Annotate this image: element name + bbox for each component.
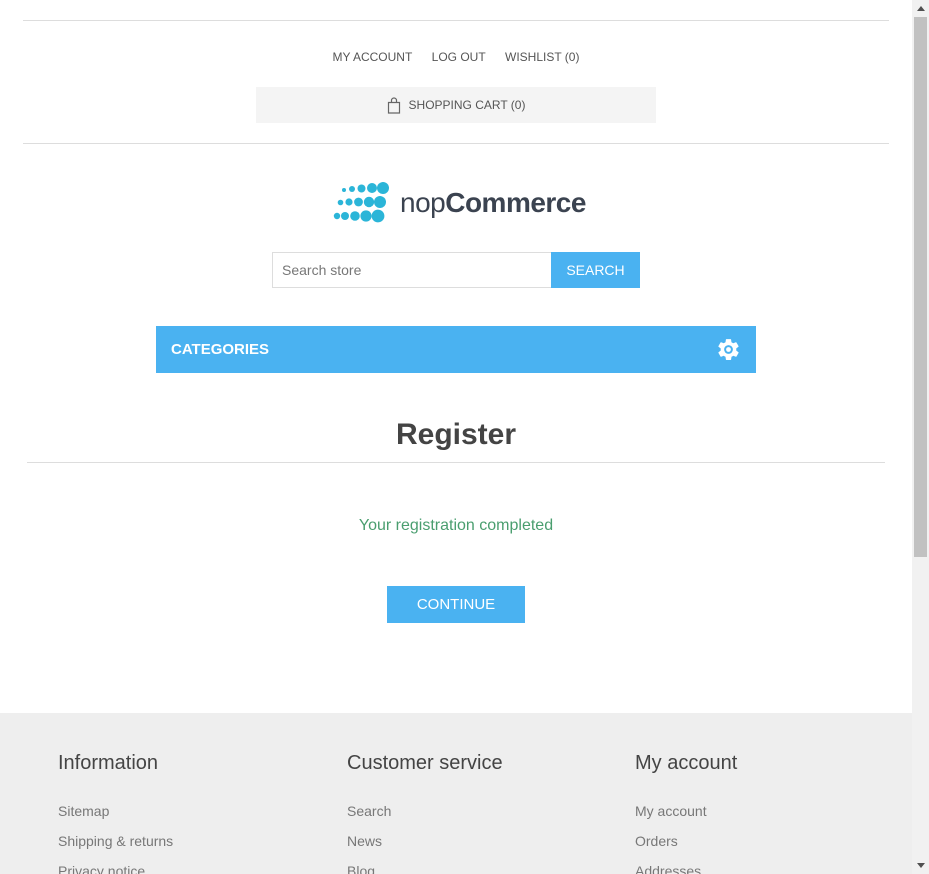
page: MY ACCOUNT LOG OUT WISHLIST (0) SHOPPING…: [0, 0, 912, 874]
scroll-up-arrow-icon[interactable]: [912, 0, 929, 17]
store-logo[interactable]: nopCommerce: [333, 182, 586, 224]
footer-column-title: Information: [58, 752, 159, 774]
footer-column-title: My account: [635, 752, 738, 774]
logo-text-bold: Commerce: [445, 187, 586, 218]
nopcommerce-logo-dots: [333, 182, 389, 223]
search-box: SEARCH: [272, 252, 640, 288]
footer-link-privacy-notice[interactable]: Privacy notice: [58, 863, 145, 874]
search-input[interactable]: [272, 252, 551, 288]
footer-column-title: Customer service: [347, 752, 503, 774]
scroll-down-arrow-icon[interactable]: [912, 857, 929, 874]
continue-button[interactable]: CONTINUE: [387, 586, 525, 623]
scrollbar-thumb[interactable]: [914, 17, 927, 557]
log-out-link[interactable]: LOG OUT: [432, 50, 486, 64]
footer-link-blog[interactable]: Blog: [347, 863, 375, 874]
footer: Information Sitemap Shipping & returns P…: [0, 713, 912, 874]
shopping-cart-link[interactable]: SHOPPING CART (0): [256, 87, 656, 123]
shopping-cart-label: SHOPPING CART (0): [408, 98, 526, 112]
logo-text: nopCommerce: [400, 187, 586, 219]
footer-column-my-account: My account My account Orders Addresses: [635, 752, 737, 874]
shopping-bag-icon: [387, 96, 400, 114]
footer-column-customer-service: Customer service Search News Blog: [347, 752, 503, 874]
footer-column-information: Information Sitemap Shipping & returns P…: [58, 752, 173, 874]
header-divider: [23, 143, 889, 144]
categories-menu-bar[interactable]: CATEGORIES: [156, 326, 756, 373]
search-button[interactable]: SEARCH: [551, 252, 640, 288]
top-divider: [23, 20, 889, 21]
header-links: MY ACCOUNT LOG OUT WISHLIST (0): [0, 50, 912, 64]
page-title: Register: [395, 418, 517, 451]
footer-link-sitemap[interactable]: Sitemap: [58, 803, 109, 819]
logo-text-light: nop: [400, 187, 446, 218]
vertical-scrollbar[interactable]: [912, 0, 929, 874]
categories-label: CATEGORIES: [171, 341, 270, 358]
title-divider: [27, 462, 885, 463]
footer-link-addresses[interactable]: Addresses: [635, 863, 701, 874]
footer-link-shipping-returns[interactable]: Shipping & returns: [58, 833, 173, 849]
my-account-link[interactable]: MY ACCOUNT: [333, 50, 413, 64]
wishlist-link[interactable]: WISHLIST (0): [505, 50, 579, 64]
footer-link-search[interactable]: Search: [347, 803, 391, 819]
footer-link-orders[interactable]: Orders: [635, 833, 678, 849]
footer-link-my-account[interactable]: My account: [635, 803, 707, 819]
gear-icon[interactable]: [716, 337, 741, 362]
footer-link-news[interactable]: News: [347, 833, 382, 849]
registration-result-message: Your registration completed: [358, 517, 554, 534]
